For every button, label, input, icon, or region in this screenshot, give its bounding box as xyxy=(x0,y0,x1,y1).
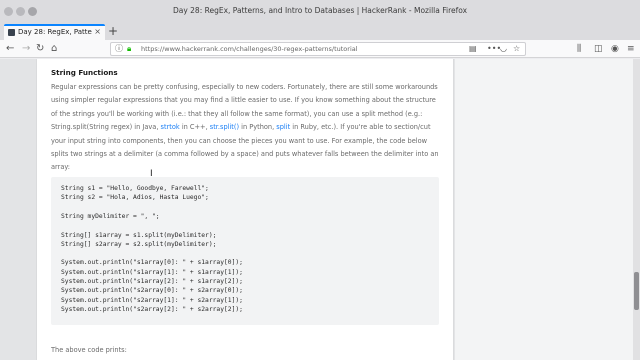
code-block: String s1 = "Hello, Goodbye, Farewell"; S… xyxy=(51,177,439,325)
code-line: String myDelimiter = ", "; xyxy=(61,212,160,220)
page-scrollbar[interactable] xyxy=(633,59,640,360)
intro-paragraph: Regular expressions can be pretty confus… xyxy=(51,81,441,175)
inline-doc-link[interactable]: strtok xyxy=(161,123,180,131)
home-button[interactable]: ⌂ xyxy=(51,42,57,56)
code-line: String s2 = "Hola, Adios, Hasta Luego"; xyxy=(61,194,209,202)
code-line: System.out.println("s2array[1]: " + s2ar… xyxy=(61,296,243,304)
new-tab-button[interactable]: + xyxy=(108,24,118,38)
paragraph-text: in C++, xyxy=(179,123,210,132)
code-line: System.out.println("s2array[2]: " + s2ar… xyxy=(61,305,243,313)
info-icon[interactable]: ⓘ xyxy=(115,44,123,54)
reload-button[interactable]: ↻ xyxy=(36,42,44,56)
reader-view-icon[interactable]: ▤ xyxy=(469,44,477,54)
window-titlebar: Day 28: RegEx, Patterns, and Intro to Da… xyxy=(0,0,640,24)
code-line: String[] s2array = s2.split(myDelimiter)… xyxy=(61,240,217,248)
account-icon[interactable]: ◉ xyxy=(611,43,619,55)
library-icon[interactable]: ⫼ xyxy=(577,43,581,55)
lock-icon[interactable]: 🔒︎ xyxy=(127,44,131,54)
tab-strip: Day 28: RegEx, Patterns, an × + xyxy=(0,24,640,40)
paragraph-text: in Python, xyxy=(239,123,277,132)
window-title: Day 28: RegEx, Patterns, and Intro to Da… xyxy=(172,6,468,15)
bookmark-star-icon[interactable]: ☆ xyxy=(513,44,520,54)
back-button[interactable]: ← xyxy=(6,42,14,56)
forward-button[interactable]: → xyxy=(22,42,30,56)
url-text[interactable]: https://www.hackerrank.com/challenges/30… xyxy=(141,45,358,53)
tab-close-icon[interactable]: × xyxy=(94,27,101,36)
code-line: String s1 = "Hello, Goodbye, Farewell"; xyxy=(61,185,209,192)
code-line: System.out.println("s1array[0]: " + s1ar… xyxy=(61,259,243,267)
section-heading: String Functions xyxy=(51,68,118,77)
hamburger-menu-icon[interactable]: ≡ xyxy=(627,43,635,55)
inline-doc-link[interactable]: str.split() xyxy=(210,123,239,131)
tutorial-panel: String Functions Regular expressions can… xyxy=(36,59,454,360)
hackerrank-favicon-icon xyxy=(8,29,15,36)
code-line: System.out.println("s1array[2]: " + s1ar… xyxy=(61,278,243,285)
sidebar-icon[interactable]: ◫ xyxy=(594,43,603,55)
tab-day28[interactable]: Day 28: RegEx, Patterns, an × xyxy=(4,24,105,40)
output-intro-text: The above code prints: xyxy=(51,346,127,354)
tab-title: Day 28: RegEx, Patterns, an xyxy=(18,28,92,36)
page-viewport: String Functions Regular expressions can… xyxy=(0,59,640,360)
code-line: System.out.println("s2array[0]: " + s2ar… xyxy=(61,287,243,295)
url-bar[interactable]: ⓘ 🔒︎ https://www.hackerrank.com/challeng… xyxy=(110,42,526,56)
pocket-icon[interactable]: ◡ xyxy=(500,44,507,54)
code-line: System.out.println("s1array[1]: " + s1ar… xyxy=(61,268,243,276)
scrollbar-thumb[interactable] xyxy=(634,272,639,310)
code-line: String[] s1array = s1.split(myDelimiter)… xyxy=(61,231,217,239)
inline-doc-link[interactable]: split xyxy=(276,123,290,131)
right-side-panel xyxy=(455,59,633,360)
navigation-toolbar: ← → ↻ ⌂ ⓘ 🔒︎ https://www.hackerrank.com/… xyxy=(0,40,640,58)
mouse-cursor-icon: I xyxy=(150,169,153,179)
